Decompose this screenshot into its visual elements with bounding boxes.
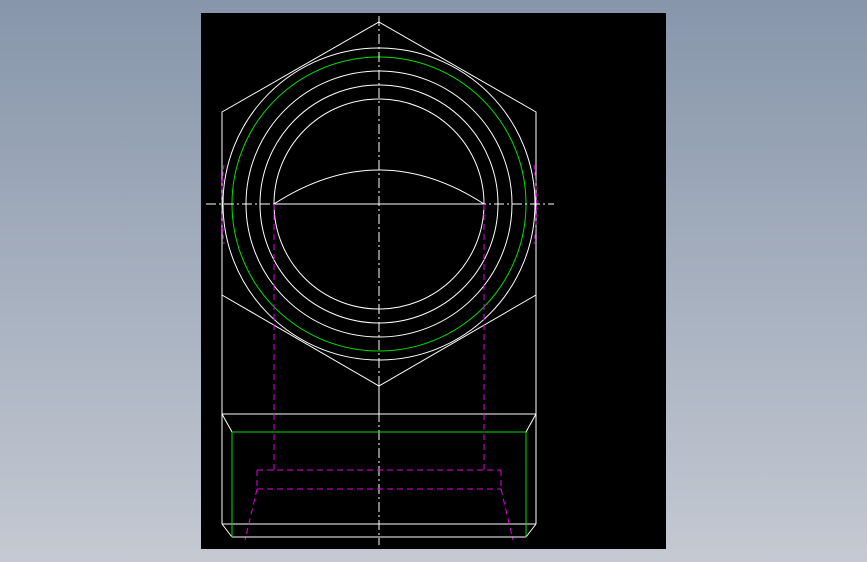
drawing-svg: [201, 13, 666, 549]
cad-viewport[interactable]: [0, 0, 867, 562]
